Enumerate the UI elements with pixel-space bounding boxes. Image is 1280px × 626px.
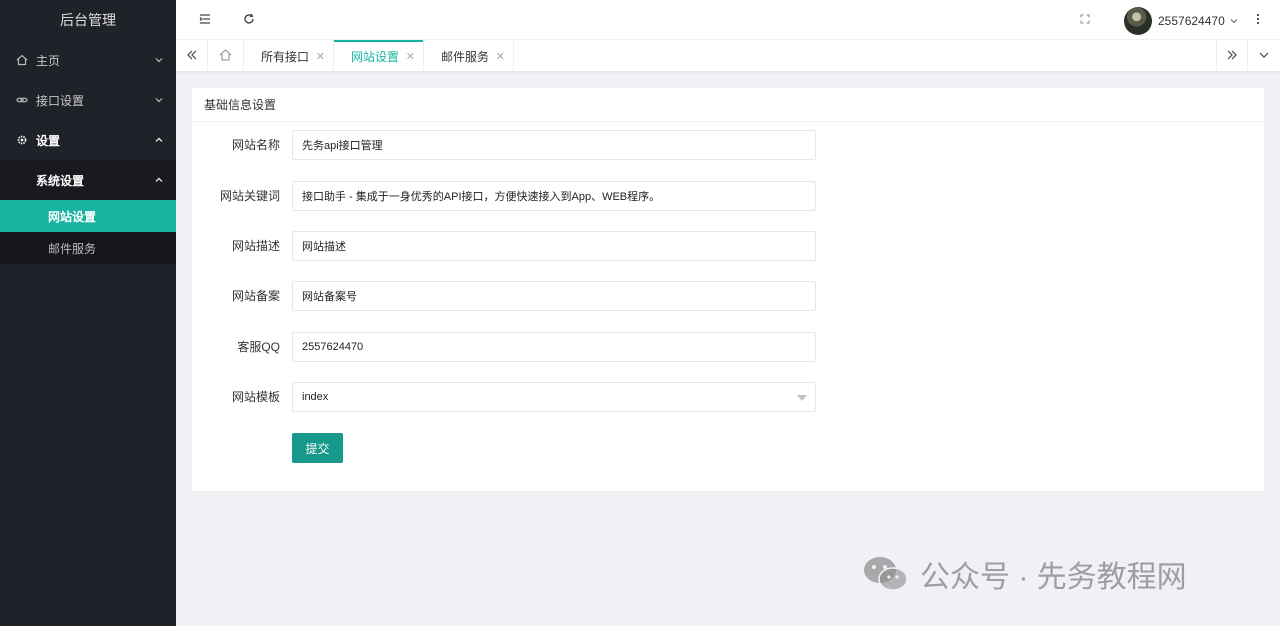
- field-label: 网站备案: [231, 289, 280, 303]
- home-icon: [219, 48, 232, 64]
- qq-input[interactable]: [292, 332, 816, 362]
- home-icon: [16, 54, 28, 66]
- tab-menu-button[interactable]: [1248, 40, 1280, 72]
- tab-label: 网站设置: [351, 49, 400, 64]
- keywords-input[interactable]: [292, 181, 816, 211]
- sidebar-item-label: 系统设置: [36, 173, 85, 188]
- field-label: 网站描述: [231, 239, 280, 253]
- watermark: 公众号 · 先务教程网: [862, 554, 1187, 594]
- close-icon[interactable]: ✕: [406, 50, 415, 63]
- field-label: 网站名称: [231, 138, 280, 152]
- card-title: 基础信息设置: [192, 88, 1264, 122]
- submit-button[interactable]: 提交: [292, 433, 343, 463]
- tab-scroll-left-button[interactable]: [176, 40, 208, 72]
- gear-icon: [16, 134, 28, 146]
- sidebar-item-mail-service[interactable]: 邮件服务: [0, 232, 176, 264]
- field-label: 网站关键词: [219, 189, 280, 203]
- double-chevron-right-icon: [1226, 49, 1238, 64]
- sidebar-item-label: 设置: [36, 133, 61, 148]
- sidebar-leaf-list: 网站设置 邮件服务: [0, 200, 176, 264]
- fullscreen-button[interactable]: [1070, 0, 1100, 40]
- form-row-site-name: 网站名称: [192, 130, 892, 160]
- menu-fold-icon: [199, 13, 211, 28]
- select-value: index: [302, 391, 329, 403]
- user-menu[interactable]: 2557624470: [1124, 6, 1239, 36]
- menu-fold-button[interactable]: [190, 0, 220, 40]
- sidebar-item-home[interactable]: 主页: [0, 40, 176, 80]
- chevron-down-icon: [1258, 49, 1270, 64]
- settings-card: 基础信息设置 网站名称 网站关键词 网站描述 网站备案 客服QQ 网站模板 in…: [192, 88, 1264, 491]
- icp-input[interactable]: [292, 281, 816, 311]
- description-input[interactable]: [292, 231, 816, 261]
- watermark-text: 公众号 · 先务教程网: [920, 561, 1187, 594]
- sidebar-item-system-settings[interactable]: 系统设置: [0, 160, 176, 200]
- chevron-down-icon: [154, 95, 164, 105]
- tab-site-settings[interactable]: 网站设置 ✕: [334, 40, 424, 72]
- sidebar-submenu: 系统设置 网站设置 邮件服务: [0, 160, 176, 264]
- username: 2557624470: [1158, 14, 1225, 28]
- form-row-keywords: 网站关键词: [192, 181, 892, 211]
- double-chevron-left-icon: [186, 49, 198, 64]
- sidebar-item-settings[interactable]: 设置: [0, 120, 176, 160]
- chevron-up-icon: [154, 135, 164, 145]
- chevron-down-icon: [154, 55, 164, 65]
- site-name-input[interactable]: [292, 130, 816, 160]
- field-label: 网站模板: [231, 390, 280, 404]
- form-row-icp: 网站备案: [192, 281, 892, 311]
- more-button[interactable]: [1243, 0, 1273, 40]
- close-icon[interactable]: ✕: [496, 50, 505, 63]
- form-row-qq: 客服QQ: [192, 332, 892, 362]
- refresh-button[interactable]: [234, 0, 264, 40]
- sidebar-item-label: 接口设置: [36, 93, 85, 108]
- top-header: 2557624470: [176, 0, 1280, 40]
- caret-down-icon: [797, 395, 807, 401]
- sidebar: 后台管理 主页 接口设置 设置 系统设置 网站设置 邮件服务: [0, 0, 176, 626]
- app-logo[interactable]: 后台管理: [0, 0, 176, 40]
- sidebar-item-api[interactable]: 接口设置: [0, 80, 176, 120]
- template-select[interactable]: index: [292, 382, 816, 412]
- more-icon: [1256, 13, 1260, 28]
- sidebar-item-label: 主页: [36, 53, 61, 68]
- tab-label: 所有接口: [261, 49, 310, 64]
- fullscreen-icon: [1080, 13, 1090, 27]
- refresh-icon: [243, 13, 255, 28]
- sidebar-item-site-settings[interactable]: 网站设置: [0, 200, 176, 232]
- chevron-down-icon: [1229, 16, 1239, 26]
- tab-label: 邮件服务: [441, 49, 490, 64]
- wechat-icon: [862, 554, 908, 594]
- link-icon: [16, 94, 28, 106]
- avatar: [1124, 7, 1152, 35]
- tab-scroll-right-button[interactable]: [1216, 40, 1248, 72]
- tab-mail-service[interactable]: 邮件服务 ✕: [424, 40, 514, 72]
- close-icon[interactable]: ✕: [316, 50, 325, 63]
- form-row-template: 网站模板 index: [192, 382, 892, 412]
- form-row-description: 网站描述: [192, 231, 892, 261]
- chevron-up-icon: [154, 175, 164, 185]
- tab-all-apis[interactable]: 所有接口 ✕: [244, 40, 334, 72]
- tab-bar: 所有接口 ✕ 网站设置 ✕ 邮件服务 ✕: [176, 40, 1280, 72]
- tab-home[interactable]: [208, 40, 244, 72]
- field-label: 客服QQ: [237, 340, 280, 354]
